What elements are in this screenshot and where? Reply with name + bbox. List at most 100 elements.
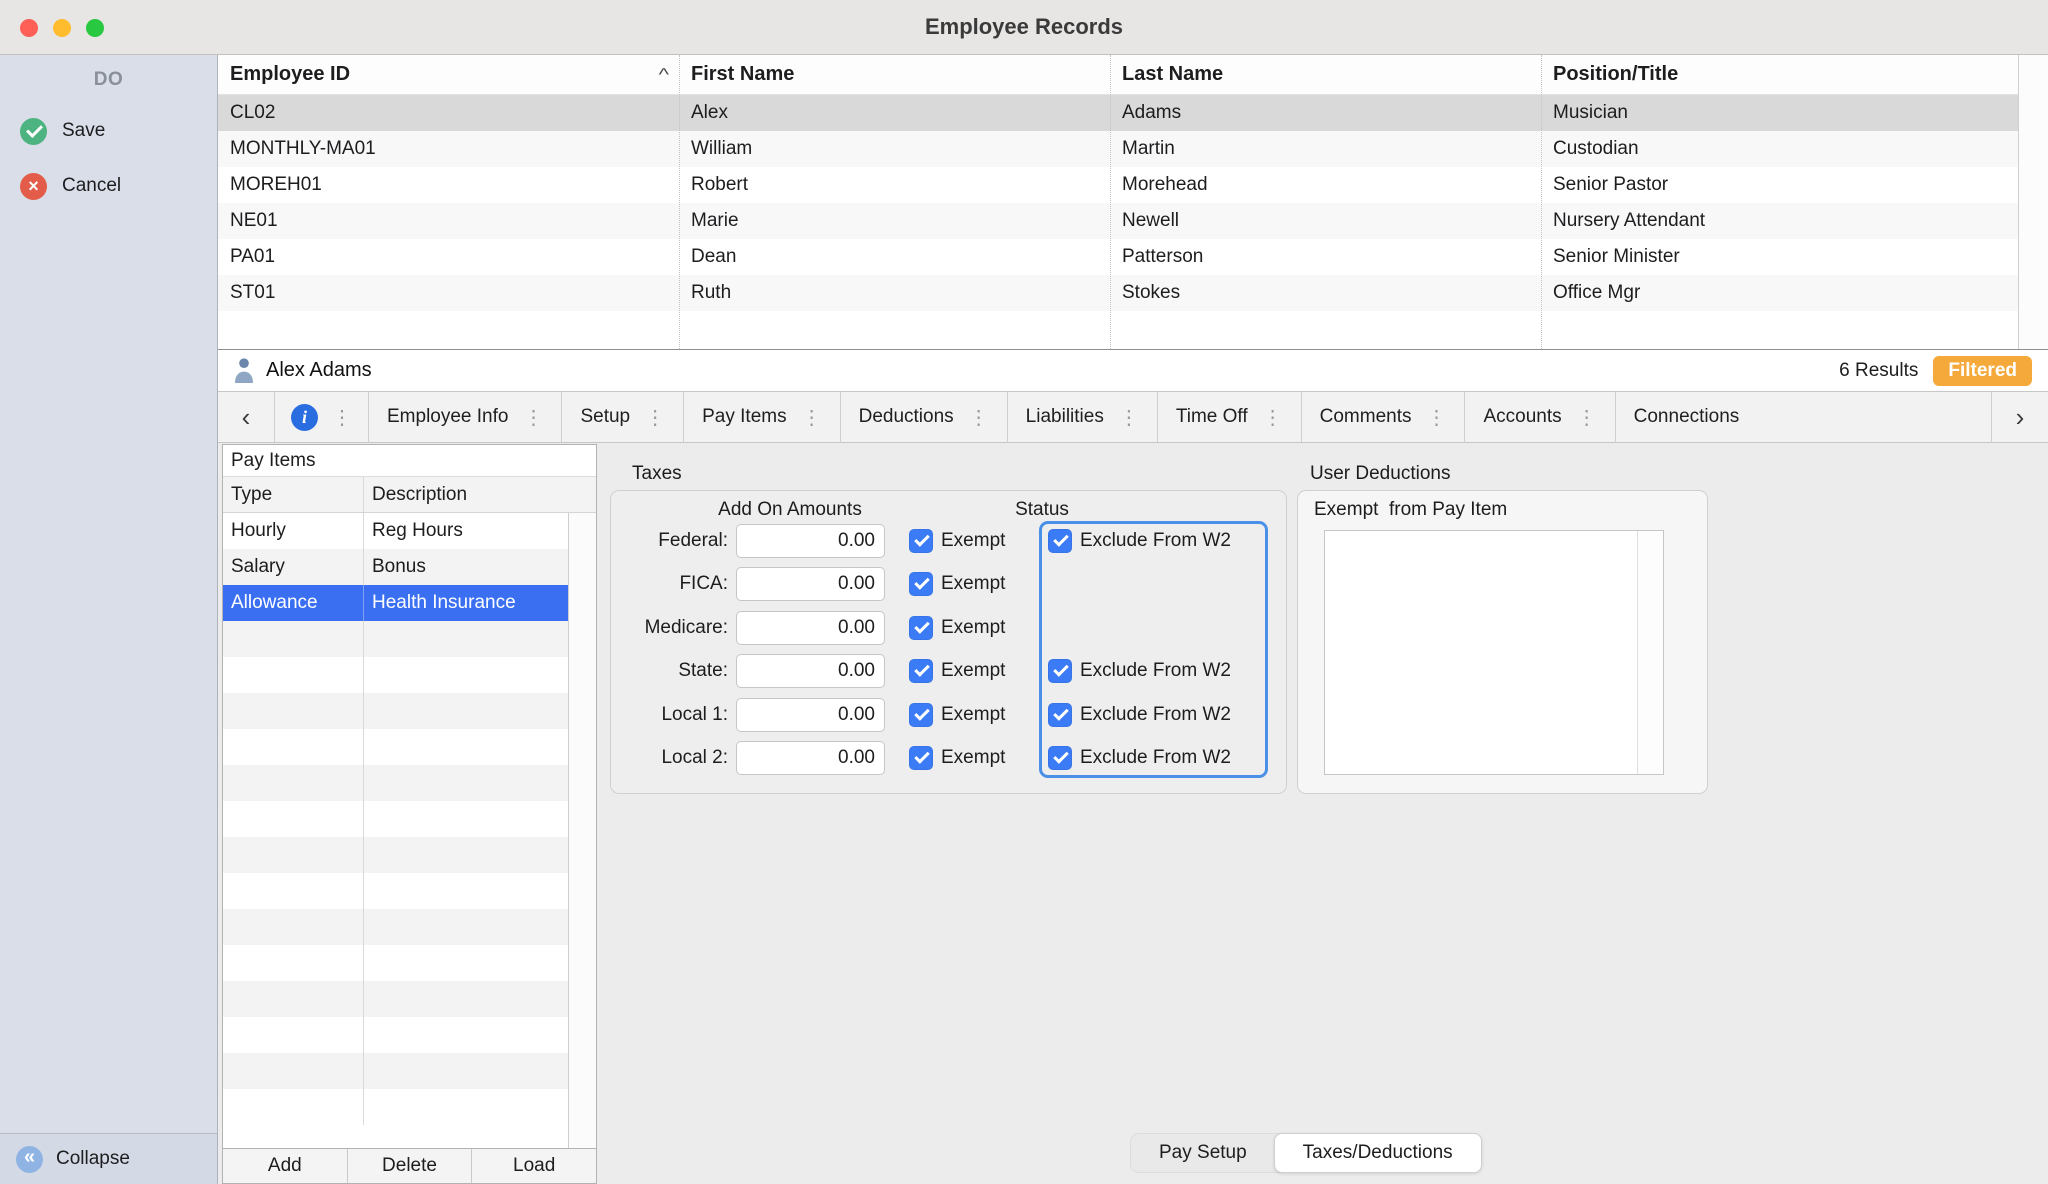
pay-item-empty-row[interactable] <box>223 657 569 693</box>
exempt-checkbox[interactable] <box>909 572 933 597</box>
tab-scroll-right[interactable]: › <box>1991 392 2048 442</box>
pay-item-description <box>364 729 569 765</box>
employee-table-scrollbar[interactable] <box>2018 55 2048 349</box>
cancel-button-label: Cancel <box>62 175 122 196</box>
exclude-w2-label: Exclude From W2 <box>1080 529 1231 551</box>
pay-item-empty-row[interactable] <box>223 801 569 837</box>
tab-label: Time Off <box>1175 406 1248 427</box>
column-header-description[interactable]: Description <box>364 477 596 512</box>
tax-row: Medicare:ExemptExclude From W2 <box>611 606 1286 650</box>
tab-menu-icon[interactable]: ⋮ <box>1426 405 1446 430</box>
pay-item-row[interactable]: Allowance Health Insurance <box>223 585 569 621</box>
pay-item-description <box>364 873 569 909</box>
pay-item-row[interactable]: Hourly Reg Hours <box>223 513 569 549</box>
pay-items-scrollbar[interactable] <box>568 513 596 1148</box>
pay-item-type: Allowance <box>223 585 364 621</box>
exempt-checkbox[interactable] <box>909 528 933 553</box>
load-button[interactable]: Load <box>472 1149 596 1183</box>
exempt-pay-item-list-scrollbar[interactable] <box>1637 531 1663 774</box>
tax-amount-input[interactable] <box>736 697 885 732</box>
employee-row[interactable]: CL02 Alex Adams Musician <box>218 95 2048 131</box>
pay-item-empty-row[interactable] <box>223 1017 569 1053</box>
bottom-tab-taxes-deductions[interactable]: Taxes/Deductions <box>1273 1133 1482 1173</box>
tab-deductions[interactable]: Deductions ⋮ <box>841 392 1008 442</box>
exempt-pay-item-list[interactable] <box>1324 530 1664 775</box>
pay-item-row[interactable]: Salary Bonus <box>223 549 569 585</box>
tab-menu-icon[interactable]: ⋮ <box>802 405 822 430</box>
pay-item-empty-row[interactable] <box>223 837 569 873</box>
pay-item-empty-row[interactable] <box>223 945 569 981</box>
exempt-checkbox[interactable] <box>909 615 933 640</box>
pay-item-empty-row[interactable] <box>223 1089 569 1125</box>
cancel-button[interactable]: × Cancel <box>0 165 217 207</box>
tab-menu-icon[interactable]: ⋮ <box>1263 405 1283 430</box>
tab-info[interactable]: i ⋮ <box>275 392 369 442</box>
close-window-button[interactable] <box>20 18 38 37</box>
pay-item-empty-row[interactable] <box>223 909 569 945</box>
pay-item-empty-row[interactable] <box>223 693 569 729</box>
tab-accounts[interactable]: Accounts ⋮ <box>1465 392 1616 442</box>
exempt-checkbox[interactable] <box>909 702 933 727</box>
exclude-w2-checkbox[interactable] <box>1048 659 1072 684</box>
sort-ascending-icon: ^ <box>658 64 669 85</box>
pay-item-empty-row[interactable] <box>223 873 569 909</box>
filtered-badge[interactable]: Filtered <box>1933 355 2032 386</box>
column-header-employee-id[interactable]: Employee ID ^ <box>218 62 679 88</box>
tax-amount-input[interactable] <box>736 567 885 602</box>
exempt-field: Exempt <box>909 572 1048 597</box>
tab-menu-icon[interactable]: ⋮ <box>969 405 989 430</box>
exempt-checkbox[interactable] <box>909 659 933 684</box>
exclude-w2-checkbox[interactable] <box>1048 702 1072 727</box>
employee-cell: Morehead <box>1122 174 1208 195</box>
add-button[interactable]: Add <box>223 1149 348 1183</box>
pay-item-empty-row[interactable] <box>223 729 569 765</box>
tab-connections[interactable]: Connections <box>1616 392 1991 442</box>
tax-amount-input[interactable] <box>736 610 885 645</box>
tax-amount-input[interactable] <box>736 654 885 689</box>
delete-button[interactable]: Delete <box>348 1149 473 1183</box>
employee-row[interactable]: NE01 Marie Newell Nursery Attendant <box>218 203 2048 239</box>
employee-row[interactable]: MONTHLY-MA01 William Martin Custodian <box>218 131 2048 167</box>
exclude-w2-checkbox[interactable] <box>1048 746 1072 771</box>
tax-amount-input[interactable] <box>736 741 885 776</box>
pay-item-type <box>223 693 364 729</box>
record-bar: Alex Adams 6 Results Filtered <box>218 350 2048 392</box>
minimize-window-button[interactable] <box>53 18 71 37</box>
tab-setup[interactable]: Setup ⋮ <box>562 392 685 442</box>
tab-pay-items[interactable]: Pay Items ⋮ <box>684 392 841 442</box>
pay-item-empty-row[interactable] <box>223 765 569 801</box>
column-header-last-name[interactable]: Last Name <box>1110 63 1541 86</box>
tab-menu-icon[interactable]: ⋮ <box>523 405 543 430</box>
employee-row[interactable]: PA01 Dean Patterson Senior Minister <box>218 239 2048 275</box>
tab-comments[interactable]: Comments ⋮ <box>1302 392 1466 442</box>
employee-cell: Martin <box>1122 138 1175 159</box>
exclude-w2-checkbox[interactable] <box>1048 528 1072 553</box>
pay-item-description: Bonus <box>372 556 426 577</box>
bottom-tab-pay-setup[interactable]: Pay Setup <box>1131 1134 1275 1172</box>
pay-item-empty-row[interactable] <box>223 621 569 657</box>
save-button[interactable]: Save <box>0 110 217 152</box>
pay-item-type <box>223 873 364 909</box>
column-header-first-name[interactable]: First Name <box>679 63 1110 86</box>
pay-item-empty-row[interactable] <box>223 981 569 1017</box>
pay-item-type <box>223 945 364 981</box>
tab-menu-icon[interactable]: ⋮ <box>332 405 352 430</box>
exempt-checkbox[interactable] <box>909 746 933 771</box>
employee-row[interactable]: MOREH01 Robert Morehead Senior Pastor <box>218 167 2048 203</box>
tab-employee-info[interactable]: Employee Info ⋮ <box>369 392 563 442</box>
tab-time-off[interactable]: Time Off ⋮ <box>1158 392 1302 442</box>
tab-menu-icon[interactable]: ⋮ <box>1577 405 1597 430</box>
tab-menu-icon[interactable]: ⋮ <box>1119 405 1139 430</box>
zoom-window-button[interactable] <box>86 18 104 37</box>
column-header-position-title[interactable]: Position/Title <box>1541 63 2048 86</box>
tab-menu-icon[interactable]: ⋮ <box>645 405 665 430</box>
tab-liabilities[interactable]: Liabilities ⋮ <box>1008 392 1158 442</box>
column-header-type[interactable]: Type <box>223 477 364 512</box>
employee-row[interactable]: ST01 Ruth Stokes Office Mgr <box>218 275 2048 311</box>
tax-amount-input[interactable] <box>736 523 885 558</box>
pay-item-empty-row[interactable] <box>223 1053 569 1089</box>
employee-cell: Marie <box>691 210 739 231</box>
tab-scroll-left[interactable]: ‹ <box>218 392 275 442</box>
pay-item-description <box>364 801 569 837</box>
collapse-sidebar-button[interactable]: « Collapse <box>0 1133 217 1184</box>
